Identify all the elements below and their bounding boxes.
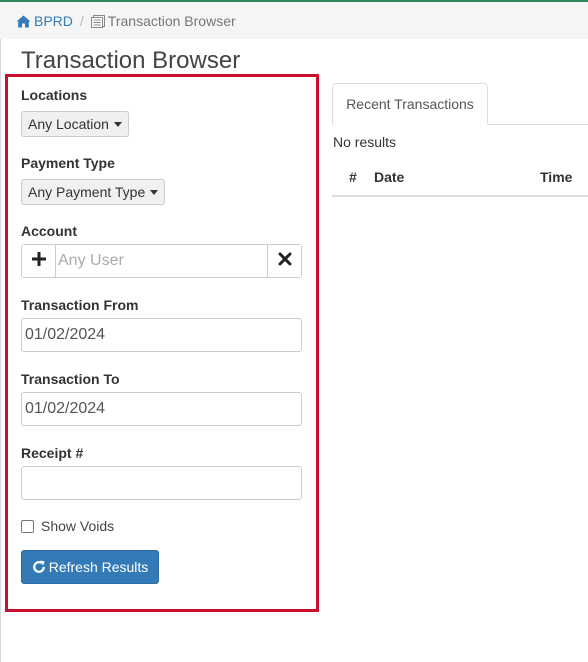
payment-type-dropdown[interactable]: Any Payment Type: [21, 179, 166, 205]
results-table-header: # Date Time: [332, 160, 588, 197]
column-header-number[interactable]: #: [349, 169, 357, 185]
locations-selected: Any Location: [28, 116, 109, 132]
locations-dropdown[interactable]: Any Location: [21, 111, 129, 137]
caret-down-icon: [113, 121, 122, 127]
clear-account-button[interactable]: [267, 245, 301, 277]
transaction-from-label: Transaction From: [21, 297, 139, 313]
receipt-input[interactable]: [21, 466, 302, 500]
show-voids-row[interactable]: Show Voids: [21, 518, 114, 534]
tab-recent-transactions[interactable]: Recent Transactions: [332, 83, 488, 125]
breadcrumb-home-label[interactable]: BPRD: [34, 13, 73, 29]
receipt-label: Receipt #: [21, 445, 84, 461]
filter-panel: Locations Any Location Payment Type Any …: [5, 74, 319, 612]
refresh-results-button[interactable]: Refresh Results: [21, 550, 159, 584]
show-voids-checkbox[interactable]: [21, 519, 34, 533]
home-icon: [16, 15, 31, 28]
account-input[interactable]: [56, 245, 267, 277]
transaction-to-label: Transaction To: [21, 371, 120, 387]
payment-type-label: Payment Type: [21, 155, 115, 171]
close-icon: [278, 252, 292, 271]
transaction-to-input[interactable]: [21, 392, 302, 426]
list-icon: [90, 14, 105, 28]
transaction-from-input[interactable]: [21, 318, 302, 352]
breadcrumb-bar: BPRD / Transaction Browser: [0, 2, 588, 39]
add-account-button[interactable]: [22, 245, 56, 277]
no-results-message: No results: [333, 134, 397, 150]
breadcrumb-home-link[interactable]: BPRD: [16, 13, 73, 29]
page-title: Transaction Browser: [21, 47, 241, 74]
account-label: Account: [21, 223, 77, 239]
left-border: [0, 2, 1, 662]
caret-down-icon: [150, 189, 159, 195]
refresh-icon: [32, 560, 46, 574]
refresh-results-label[interactable]: Refresh Results: [49, 559, 149, 575]
breadcrumb-current: Transaction Browser: [90, 13, 236, 29]
locations-label: Locations: [21, 87, 88, 103]
breadcrumb: BPRD / Transaction Browser: [16, 13, 236, 29]
breadcrumb-current-label: Transaction Browser: [107, 13, 236, 29]
payment-type-selected: Any Payment Type: [28, 184, 146, 200]
show-voids-label[interactable]: Show Voids: [41, 518, 114, 534]
column-header-time[interactable]: Time: [540, 169, 572, 185]
breadcrumb-separator: /: [79, 13, 84, 29]
plus-icon: [31, 251, 46, 271]
account-input-group: [21, 244, 302, 278]
column-header-date[interactable]: Date: [374, 169, 404, 185]
